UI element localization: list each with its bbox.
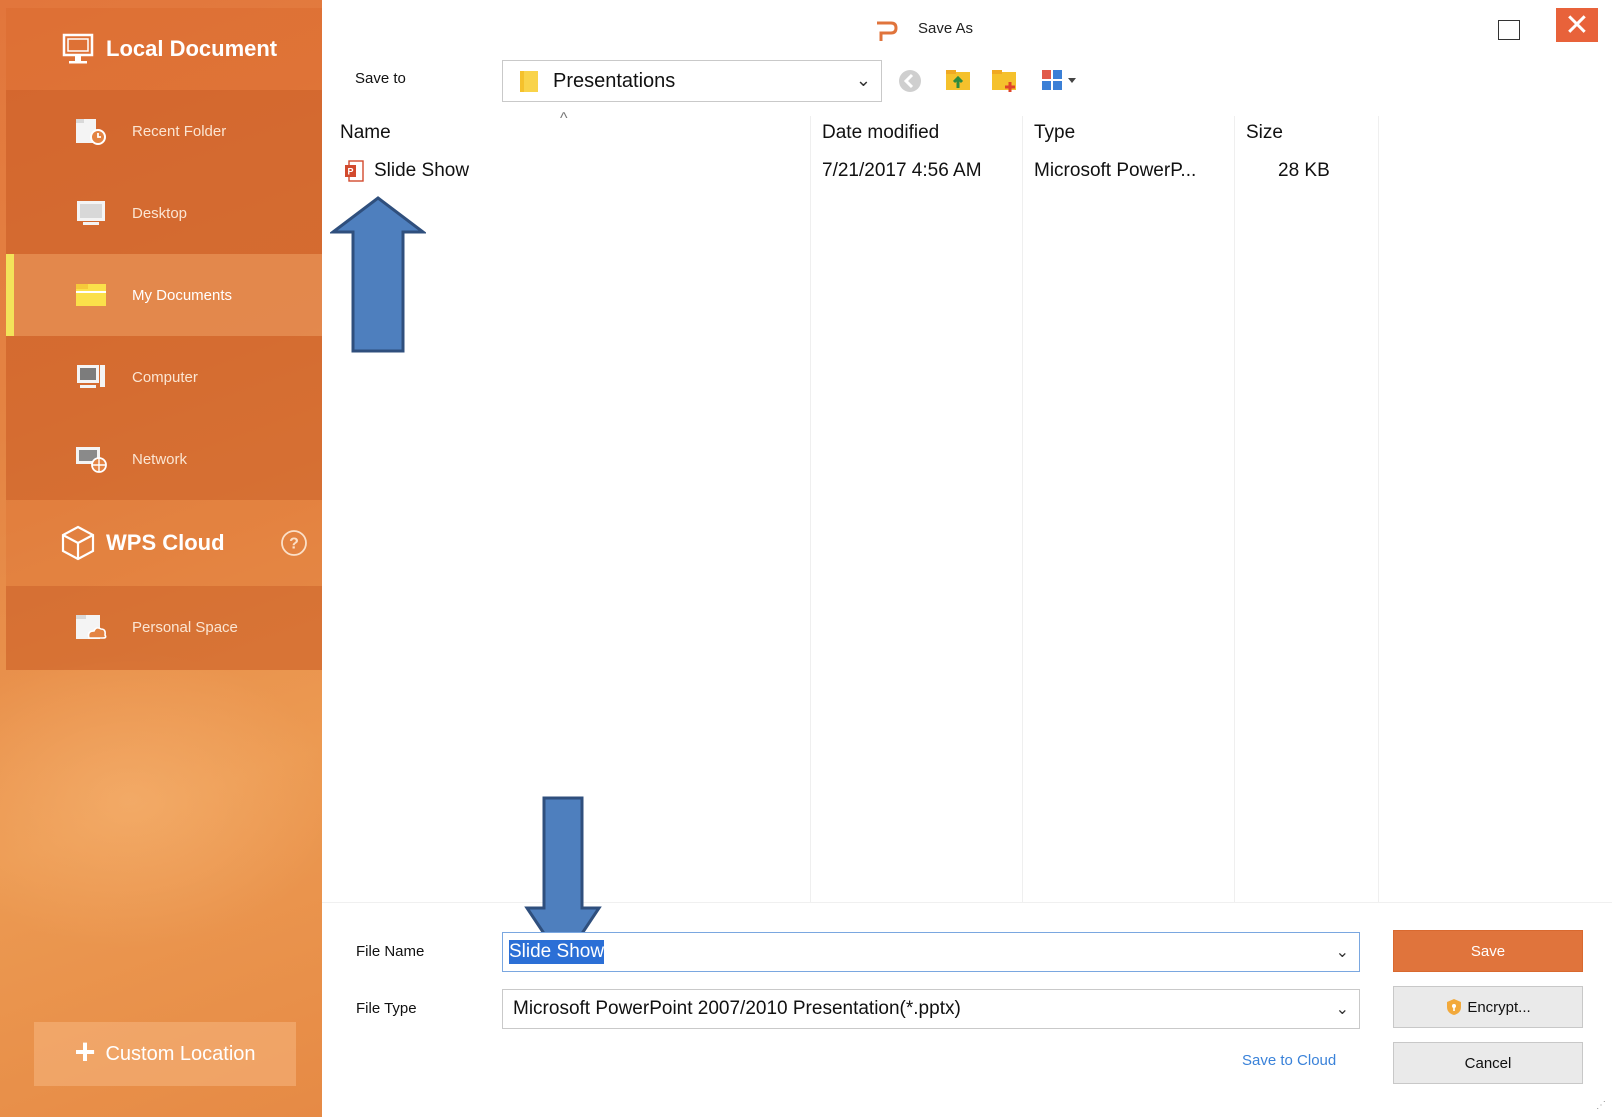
save-button-label: Save	[1470, 942, 1506, 960]
file-date-cell: 7/21/2017 4:56 AM	[822, 160, 982, 181]
cancel-button-label: Cancel	[1464, 1054, 1512, 1072]
file-name-value: Slide Show	[509, 940, 605, 964]
new-folder-button[interactable]	[990, 66, 1020, 96]
encrypt-button-label: Encrypt...	[1467, 998, 1531, 1016]
sidebar-item-label: Recent Folder	[132, 122, 227, 140]
local-document-label: Local Document	[106, 36, 278, 61]
sidebar-item-recent-folder[interactable]: Recent Folder	[6, 90, 322, 172]
save-to-path-select[interactable]: Presentations ⌄	[502, 60, 882, 102]
wps-cloud-list: Personal Space	[6, 586, 322, 670]
resize-grip-icon[interactable]: ⋰	[1596, 1100, 1606, 1111]
up-folder-button[interactable]	[944, 66, 974, 96]
file-type-value: Microsoft PowerPoint 2007/2010 Presentat…	[513, 998, 961, 1019]
save-to-cloud-link[interactable]: Save to Cloud	[1242, 1052, 1336, 1069]
column-header-size[interactable]: Size	[1246, 122, 1283, 144]
chevron-down-icon[interactable]: ⌄	[1336, 999, 1349, 1019]
file-type-cell: Microsoft PowerP...	[1034, 160, 1197, 181]
sidebar: Local Document Recent Folder Desktop My …	[0, 0, 322, 1117]
sidebar-item-label: Computer	[132, 368, 198, 386]
cancel-button[interactable]: Cancel	[1393, 1042, 1583, 1084]
computer-icon	[77, 365, 105, 388]
wps-cloud-label: WPS Cloud	[106, 530, 225, 555]
file-type-label: File Type	[356, 1000, 417, 1017]
sidebar-item-label: My Documents	[132, 286, 233, 304]
maximize-button[interactable]	[1498, 20, 1520, 40]
pptx-file-icon: P	[345, 160, 364, 182]
sidebar-item-network[interactable]: Network	[6, 418, 322, 500]
svg-text:P: P	[347, 167, 353, 177]
file-name-input[interactable]: Slide Show ⌄	[502, 932, 1360, 972]
close-icon: ✕	[1564, 8, 1590, 42]
custom-location-label: Custom Location	[105, 1042, 256, 1065]
cube-icon	[61, 525, 95, 561]
file-name-cell[interactable]: Slide Show	[374, 160, 469, 182]
file-list: Name Date modified Type Size P Slide Sho…	[334, 116, 1612, 902]
folder-icon	[520, 71, 538, 92]
sidebar-item-personal-space[interactable]: Personal Space	[6, 586, 322, 668]
encrypt-button[interactable]: Encrypt...	[1393, 986, 1583, 1028]
sidebar-item-computer[interactable]: Computer	[6, 336, 322, 418]
my-documents-icon	[76, 284, 106, 306]
recent-folder-icon	[76, 119, 106, 145]
wps-presentation-logo-icon	[877, 21, 898, 41]
sidebar-item-my-documents[interactable]: My Documents	[6, 254, 322, 336]
save-button[interactable]: Save	[1393, 930, 1583, 972]
local-document-list: Recent Folder Desktop My Documents Compu…	[6, 90, 322, 500]
chevron-down-icon: ⌄	[855, 70, 871, 90]
column-divider	[1234, 116, 1235, 902]
file-name-label: File Name	[356, 943, 425, 960]
sidebar-item-label: Desktop	[132, 204, 188, 222]
local-document-header[interactable]: Local Document	[6, 8, 322, 90]
column-divider	[1022, 116, 1023, 902]
chevron-down-icon[interactable]: ⌄	[1336, 942, 1349, 962]
file-size-cell: 28 KB	[1278, 160, 1330, 181]
save-to-path-value: Presentations	[553, 69, 676, 92]
window-title: Save As	[918, 20, 974, 37]
desktop-icon	[77, 201, 105, 225]
wps-cloud-header[interactable]: WPS Cloud ?	[6, 500, 322, 586]
plus-icon: +	[74, 1031, 96, 1072]
view-options-button[interactable]	[1040, 66, 1090, 96]
file-type-select[interactable]: Microsoft PowerPoint 2007/2010 Presentat…	[502, 989, 1360, 1029]
help-glyph: ?	[289, 536, 299, 553]
back-button[interactable]	[896, 66, 924, 96]
custom-location-button[interactable]: + Custom Location	[34, 1022, 296, 1086]
column-divider	[1378, 116, 1379, 902]
up-arrow-annotation	[330, 196, 426, 353]
monitor-icon	[62, 33, 94, 64]
column-divider	[810, 116, 811, 902]
shield-icon	[1447, 999, 1462, 1015]
save-to-label: Save to	[355, 70, 406, 87]
sidebar-item-desktop[interactable]: Desktop	[6, 172, 322, 254]
column-header-date[interactable]: Date modified	[822, 122, 939, 144]
divider	[322, 902, 1612, 903]
help-icon[interactable]: ?	[280, 529, 308, 557]
close-button[interactable]: ✕	[1556, 8, 1598, 42]
network-icon	[76, 447, 107, 473]
sidebar-item-label: Network	[132, 450, 188, 468]
personal-space-icon	[76, 615, 107, 639]
column-header-type[interactable]: Type	[1034, 122, 1075, 144]
sidebar-item-label: Personal Space	[132, 618, 238, 636]
column-header-name[interactable]: Name	[340, 122, 391, 144]
